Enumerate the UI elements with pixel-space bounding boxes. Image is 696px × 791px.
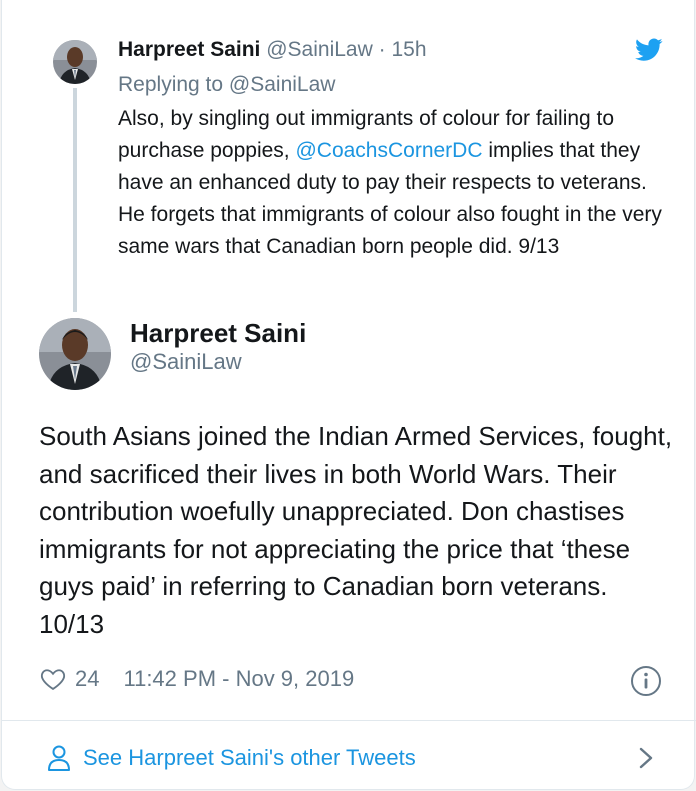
replying-to-handle[interactable]: @SainiLaw	[229, 73, 336, 96]
parent-author-handle[interactable]: @SainiLaw	[266, 38, 373, 61]
time-separator: ·	[378, 38, 386, 61]
parent-tweet-time[interactable]: 15h	[391, 38, 426, 61]
twitter-bird-icon[interactable]	[635, 38, 663, 62]
tweet-meta: 24 11:42 PM - Nov 9, 2019	[39, 662, 354, 696]
person-icon	[47, 745, 71, 771]
info-icon[interactable]	[630, 665, 662, 697]
author-avatar[interactable]	[39, 318, 111, 390]
like-count[interactable]: 24	[75, 666, 99, 692]
author-handle[interactable]: @SainiLaw	[130, 349, 242, 375]
tweet-text: South Asians joined the Indian Armed Ser…	[39, 421, 673, 639]
tweet-embed-card: Harpreet Saini @SainiLaw · 15h Replying …	[1, 0, 696, 790]
tweet-timestamp[interactable]: 11:42 PM - Nov 9, 2019	[123, 666, 354, 692]
parent-avatar[interactable]	[53, 40, 97, 84]
author-name[interactable]: Harpreet Saini	[130, 318, 306, 349]
replying-prefix: Replying to	[118, 73, 224, 96]
heart-icon[interactable]	[39, 665, 67, 693]
footer-divider	[2, 720, 696, 721]
replying-to-line: Replying to @SainiLaw	[118, 73, 335, 97]
parent-tweet-header: Harpreet Saini @SainiLaw · 15h	[118, 38, 427, 62]
see-other-tweets-link[interactable]: See Harpreet Saini's other Tweets	[47, 740, 667, 776]
parent-tweet-text: Also, by singling out immigrants of colo…	[118, 103, 678, 263]
parent-author-name[interactable]: Harpreet Saini	[118, 38, 260, 61]
see-other-tweets-label[interactable]: See Harpreet Saini's other Tweets	[83, 745, 416, 771]
thread-line	[73, 88, 77, 312]
mention-link[interactable]: @CoachsCornerDC	[295, 139, 482, 162]
chevron-right-icon[interactable]	[637, 746, 655, 770]
